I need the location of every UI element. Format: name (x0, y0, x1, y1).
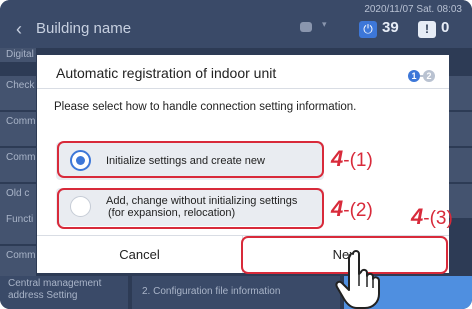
power-on-count: 39 (382, 19, 399, 36)
step-indicator: 12 (408, 67, 435, 85)
annotation-suffix: -(1) (343, 150, 373, 171)
bg-footer-info: 2. Configuration file information (132, 276, 340, 309)
dialog-title: Automatic registration of indoor unit (56, 65, 277, 81)
annotation-suffix: -(3) (423, 208, 453, 229)
annotation-frame-1 (57, 141, 324, 178)
annotation-frame-2 (57, 188, 324, 229)
step-next: 2 (423, 69, 435, 82)
annotation-label-1: 4-(1) (331, 146, 373, 172)
annotation-number: 4 (331, 196, 344, 221)
annotation-label-2: 4-(2) (331, 196, 373, 222)
back-button[interactable]: ‹ (8, 18, 30, 40)
annotation-suffix: -(2) (343, 200, 373, 221)
datetime-display: 2020/11/07 Sat. 08:03 (364, 4, 462, 15)
chevron-left-icon: ‹ (16, 19, 22, 39)
bg-list-item: Digital (0, 48, 36, 62)
network-icon (300, 22, 312, 32)
warning-icon: ! (418, 21, 436, 38)
bg-list-item: Functi (0, 210, 36, 244)
network-arrow-icon: ▾ (322, 19, 327, 29)
warning-count: 0 (441, 19, 450, 36)
annotation-number: 4 (331, 146, 344, 171)
cancel-button[interactable]: Cancel (37, 236, 242, 273)
bg-list-item: Comm (0, 112, 36, 146)
step-current: 1 (408, 69, 420, 82)
divider (37, 88, 449, 89)
bg-right-panel (446, 112, 472, 146)
dialog-instruction: Please select how to handle connection s… (54, 101, 357, 113)
power-icon: ⏻ (359, 21, 377, 38)
bg-right-panel (446, 148, 472, 182)
bg-list-item: Comm (0, 148, 36, 182)
pointing-hand-icon (335, 250, 380, 309)
header-bar: ‹ Building name 2020/11/07 Sat. 08:03 ▾ … (0, 0, 472, 48)
bg-right-panel (446, 76, 472, 110)
screen: ‹ Building name 2020/11/07 Sat. 08:03 ▾ … (0, 0, 472, 309)
annotation-label-3: 4-(3) (411, 204, 453, 230)
bg-list-item: Comm (0, 246, 36, 280)
annotation-number: 4 (411, 204, 424, 229)
page-title: Building name (36, 20, 132, 37)
bg-footer-label: Central management address Setting (0, 276, 128, 309)
bg-list-item: Check (0, 76, 36, 110)
